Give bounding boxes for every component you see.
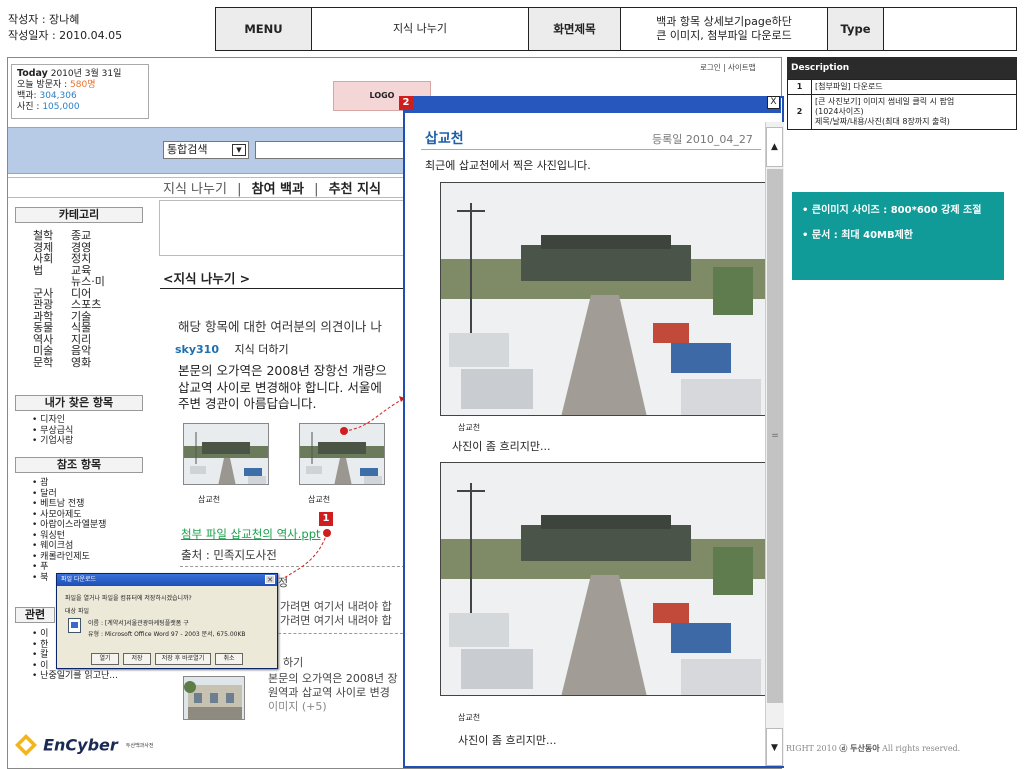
logo-text: EnCyber bbox=[43, 735, 118, 755]
desc-row-line: [큰 사진보기] 이미지 썸네일 클릭 시 팝업 bbox=[815, 97, 955, 106]
annotation-marker-2: 2 bbox=[399, 96, 413, 110]
popup-description: 최근에 삽교천에서 찍은 사진입니다. bbox=[425, 159, 591, 172]
description-header: Description bbox=[787, 57, 1017, 79]
photo-caption: 삽교천 bbox=[458, 713, 481, 722]
encyber-logo[interactable]: EnCyber 두산백과사전 bbox=[14, 733, 153, 757]
desc-row-line: (1024사이즈) bbox=[815, 107, 864, 116]
photo-image bbox=[441, 463, 765, 695]
desc-row-text: [큰 사진보기] 이미지 썸네일 클릭 시 팝업 (1024사이즈) 제목/날짜… bbox=[811, 94, 1017, 130]
popup-date: 등록일 2010_04_27 bbox=[652, 133, 753, 146]
popup-close-button[interactable]: X bbox=[767, 96, 780, 109]
large-photo bbox=[440, 462, 766, 696]
copyright-suffix: All rights reserved. bbox=[879, 744, 961, 753]
desc-row-num: 1 bbox=[787, 79, 812, 95]
photo-caption: 삽교천 bbox=[458, 423, 481, 432]
copyright-brand: ⓓ 두산동아 bbox=[839, 744, 880, 753]
desc-row-num: 2 bbox=[787, 94, 812, 130]
scroll-down-arrow-icon[interactable]: ▼ bbox=[766, 728, 783, 766]
desc-row-line: 제목/날짜/내용/사진(최대 8장까지 출력) bbox=[815, 117, 950, 126]
description-table: 1 [첨부파일] 다운로드 2 [큰 사진보기] 이미지 썸네일 클릭 시 팝업… bbox=[787, 79, 1017, 130]
spec-note-image-size: • 큰이미지 사이즈 : 800*600 강제 조절 bbox=[802, 205, 982, 216]
divider bbox=[421, 149, 761, 150]
photo-text: 사진이 좀 흐리지만... bbox=[452, 440, 551, 453]
spec-note-document-limit: • 문서 : 최대 40MB제한 bbox=[802, 230, 914, 241]
photo-image bbox=[441, 183, 765, 415]
scroll-thumb[interactable]: = bbox=[767, 169, 783, 703]
copyright-prefix: RIGHT 2010 bbox=[786, 744, 840, 753]
desc-row-text: [첨부파일] 다운로드 bbox=[811, 79, 1017, 95]
large-photo bbox=[440, 182, 766, 416]
popup-title: 삽교천 bbox=[425, 131, 464, 147]
scroll-up-arrow-icon[interactable]: ▲ bbox=[766, 127, 783, 167]
diamond-logo-icon bbox=[15, 734, 37, 756]
logo-subtitle: 두산백과사전 bbox=[125, 742, 154, 749]
popup-title-bar bbox=[404, 96, 781, 113]
photo-text: 사진이 좀 흐리지만... bbox=[458, 734, 557, 747]
copyright: RIGHT 2010 ⓓ 두산동아 All rights reserved. bbox=[786, 743, 960, 754]
spec-note-box: • 큰이미지 사이즈 : 800*600 강제 조절 • 문서 : 최대 40M… bbox=[792, 192, 1004, 280]
